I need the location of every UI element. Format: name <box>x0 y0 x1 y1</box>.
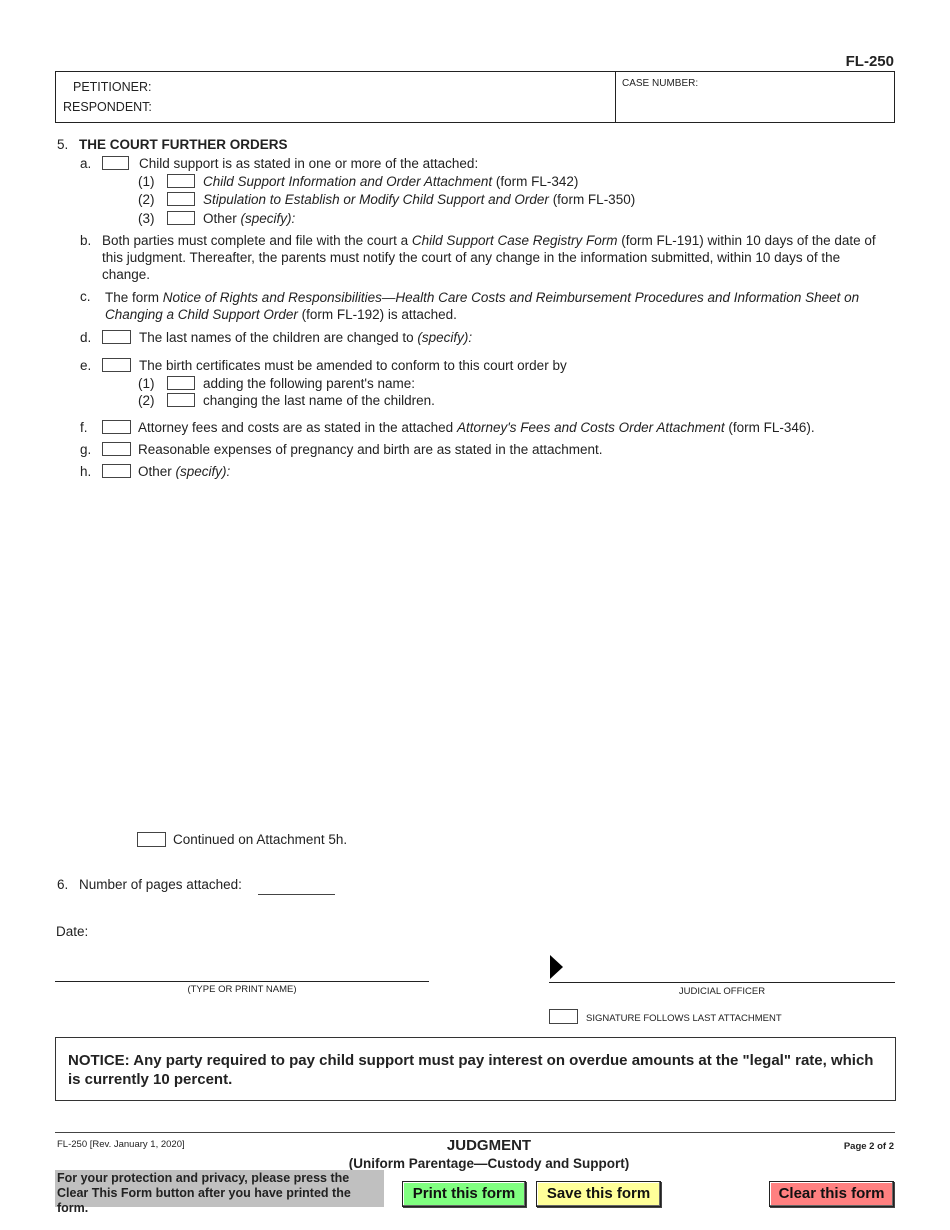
item-5a-1: (1) Child Support Information and Order … <box>138 173 838 191</box>
judicial-officer-caption: JUDICIAL OFFICER <box>678 986 766 997</box>
checkbox-5a-2[interactable] <box>167 192 195 206</box>
item-5c-label: c. <box>80 289 91 304</box>
notice-box: NOTICE: Any party required to pay child … <box>55 1037 896 1101</box>
form-title: Notice of Rights and Responsibilities—He… <box>105 290 860 322</box>
petitioner-label: PETITIONER: <box>73 80 152 94</box>
continued-attachment: Continued on Attachment 5h. <box>137 831 437 849</box>
name-line <box>55 981 429 982</box>
footer-divider <box>55 1132 895 1133</box>
form-revision: FL-250 [Rev. January 1, 2020] <box>57 1139 185 1150</box>
checkbox-5e[interactable] <box>102 358 131 372</box>
clear-form-button[interactable]: Clear this form <box>769 1181 894 1207</box>
checkbox-5d[interactable] <box>102 330 131 344</box>
text-part: Both parties must complete and file with… <box>102 233 412 248</box>
form-title: Attorney's Fees and Costs Order Attachme… <box>456 420 725 435</box>
item-5f: f. Attorney fees and costs are as stated… <box>80 419 900 437</box>
section-number: 5. <box>57 137 69 152</box>
item-text: Reasonable expenses of pregnancy and bir… <box>138 442 603 457</box>
item-label: a. <box>80 156 92 171</box>
item-text: The birth certificates must be amended t… <box>139 358 567 373</box>
item-text: The last names of the children are chang… <box>139 330 418 345</box>
continued-label: Continued on Attachment 5h. <box>173 832 348 847</box>
name-caption: (TYPE OR PRINT NAME) <box>187 984 297 995</box>
caption-box: PETITIONER: RESPONDENT: CASE NUMBER: <box>55 71 895 123</box>
item-text: Other <box>203 211 241 226</box>
item-5a-2: (2) Stipulation to Establish or Modify C… <box>138 191 838 209</box>
specify-text: (specify): <box>175 464 231 479</box>
subitem-label: (3) <box>138 211 155 226</box>
item-5b-label: b. <box>80 233 92 248</box>
footer-subtitle: (Uniform Parentage—Custody and Support) <box>348 1156 630 1171</box>
checkbox-5f[interactable] <box>102 420 131 434</box>
signature-arrow-icon <box>550 955 563 979</box>
section-number: 6. <box>57 877 69 892</box>
page-indicator: Page 2 of 2 <box>843 1141 894 1152</box>
form-ref: (form FL-342) <box>492 174 579 189</box>
print-name-field[interactable] <box>55 955 429 980</box>
item-label: h. <box>80 464 92 479</box>
party-cell: PETITIONER: RESPONDENT: <box>56 72 616 122</box>
checkbox-5h[interactable] <box>102 464 131 478</box>
subitem-label: (2) <box>138 192 155 207</box>
form-title: Child Support Information and Order Atta… <box>203 174 493 189</box>
signature-follows: SIGNATURE FOLLOWS LAST ATTACHMENT <box>549 1008 895 1026</box>
case-number-label: CASE NUMBER: <box>622 78 699 89</box>
checkbox-5a-3[interactable] <box>167 211 195 225</box>
form-title: Stipulation to Establish or Modify Child… <box>203 192 549 207</box>
item-label: d. <box>80 330 92 345</box>
text-part: The form <box>105 290 163 305</box>
specify-text: (specify): <box>240 211 296 226</box>
checkbox-continued[interactable] <box>137 832 166 847</box>
pages-attached-field[interactable] <box>258 877 335 895</box>
checkbox-5e-1[interactable] <box>167 376 195 390</box>
section-title: THE COURT FURTHER ORDERS <box>79 137 288 152</box>
subitem-label: (2) <box>138 393 155 408</box>
item-label: e. <box>80 358 92 373</box>
subitem-label: (1) <box>138 376 155 391</box>
item-5e-2: (2) changing the last name of the childr… <box>138 392 838 410</box>
form-ref: (form FL-350) <box>548 192 636 207</box>
other-specify-field[interactable] <box>138 485 888 820</box>
item-label: f. <box>80 420 88 435</box>
checkbox-signature-follows[interactable] <box>549 1009 578 1024</box>
item-5c-text: The form Notice of Rights and Responsibi… <box>105 289 885 323</box>
checkbox-5e-2[interactable] <box>167 393 195 407</box>
respondent-label: RESPONDENT: <box>63 100 152 114</box>
text-part: (form FL-192) is attached. <box>297 307 457 322</box>
judicial-officer-line <box>549 982 895 983</box>
item-5d: d. The last names of the children are ch… <box>80 329 880 347</box>
item-5b-text: Both parties must complete and file with… <box>102 232 887 283</box>
checkbox-5g[interactable] <box>102 442 131 456</box>
signature-follows-label: SIGNATURE FOLLOWS LAST ATTACHMENT <box>586 1013 782 1024</box>
checkbox-5a-1[interactable] <box>167 174 195 188</box>
item-text: Child support is as stated in one or mor… <box>139 156 479 171</box>
item-label: g. <box>80 442 92 457</box>
section-text: Number of pages attached: <box>79 877 242 892</box>
subitem-label: (1) <box>138 174 155 189</box>
item-text: changing the last name of the children. <box>203 393 435 408</box>
checkbox-5a[interactable] <box>102 156 129 170</box>
item-5e-1: (1) adding the following parent's name: <box>138 375 838 393</box>
date-label: Date: <box>56 924 89 939</box>
text-part: (form FL-346). <box>724 420 815 435</box>
date-field[interactable] <box>95 920 295 940</box>
item-5g: g. Reasonable expenses of pregnancy and … <box>80 441 880 459</box>
specify-text: (specify): <box>417 330 473 345</box>
item-5a: a. Child support is as stated in one or … <box>80 155 880 173</box>
privacy-notice: For your protection and privacy, please … <box>55 1170 384 1215</box>
footer-title: JUDGMENT <box>446 1137 532 1154</box>
item-5h: h. Other (specify): <box>80 463 880 481</box>
item-5e: e. The birth certificates must be amende… <box>80 357 880 375</box>
item-5a-3: (3) Other (specify): <box>138 210 838 228</box>
form-title: Child Support Case Registry Form <box>411 233 618 248</box>
form-number: FL-250 <box>845 53 894 70</box>
item-text: adding the following parent's name: <box>203 376 415 391</box>
text-part: Attorney fees and costs are as stated in… <box>138 420 457 435</box>
print-form-button[interactable]: Print this form <box>402 1181 526 1207</box>
save-form-button[interactable]: Save this form <box>536 1181 661 1207</box>
item-text: Other <box>138 464 176 479</box>
